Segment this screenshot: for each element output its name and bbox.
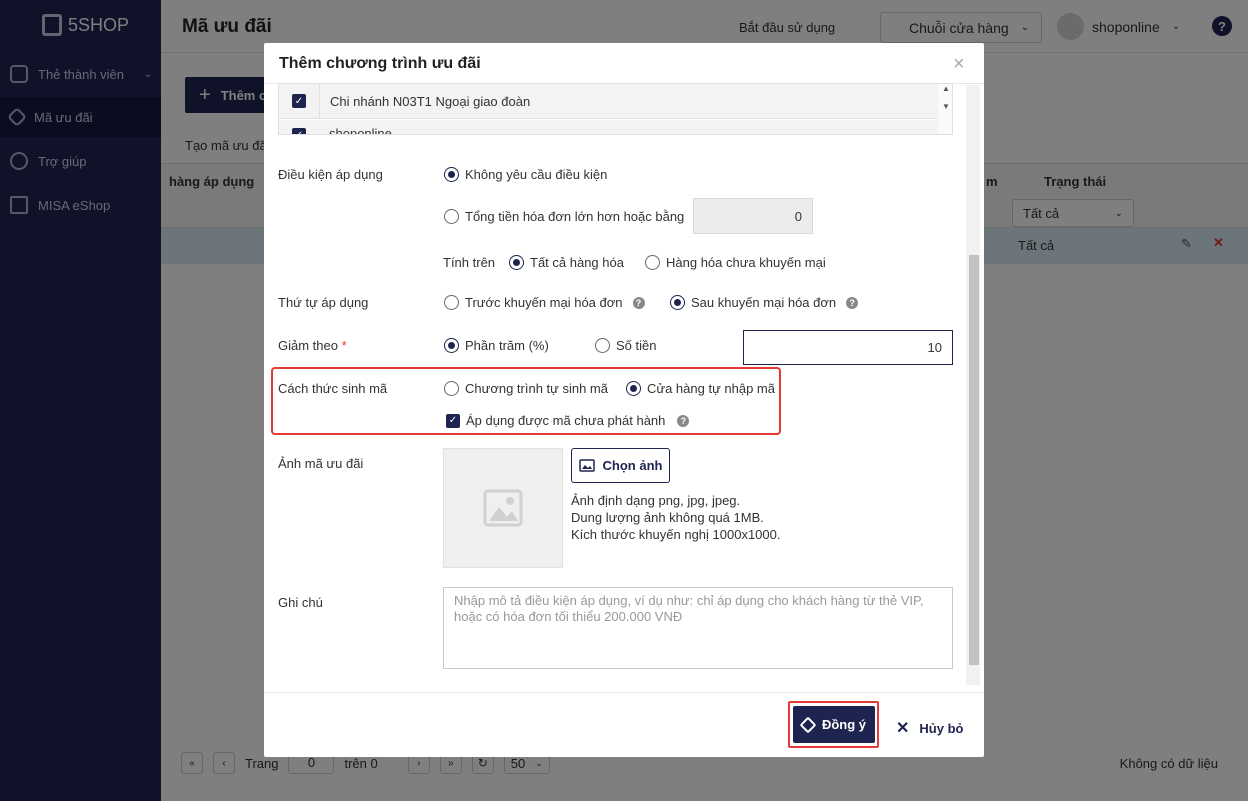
cancel-button[interactable]: ✕ Hủy bỏ	[896, 718, 963, 738]
scrollbar-thumb[interactable]	[969, 255, 979, 665]
discount-value-input[interactable]: 10	[743, 330, 953, 365]
order-after-radio[interactable]: Sau khuyến mại hóa đơn?	[670, 295, 859, 310]
ok-button[interactable]: Đồng ý	[793, 706, 875, 743]
divider	[264, 692, 984, 693]
scrollbar[interactable]	[966, 85, 980, 685]
branch-name: shoponline	[329, 126, 392, 135]
radio-label: Tổng tiền hóa đơn lớn hơn hoặc bằng	[465, 209, 685, 224]
choose-image-button[interactable]: Chọn ảnh	[571, 448, 670, 483]
unissued-checkbox[interactable]: ✓ Áp dụng được mã chưa phát hành?	[446, 413, 690, 428]
image-icon	[483, 489, 523, 527]
discount-label: Giảm theo *	[278, 338, 347, 353]
image-hint: Kích thước khuyến nghị 1000x1000.	[571, 527, 781, 542]
tag-icon	[799, 716, 817, 733]
ok-label: Đồng ý	[821, 717, 867, 732]
dialog-title: Thêm chương trình ưu đãi	[279, 55, 481, 72]
calc-nonpromo-radio[interactable]: Hàng hóa chưa khuyến mại	[645, 255, 826, 270]
radio-label: Cửa hàng tự nhập mã	[647, 381, 775, 396]
note-textarea[interactable]: Nhập mô tả điều kiện áp dụng, ví dụ như:…	[443, 587, 953, 669]
image-hint: Ảnh định dạng png, jpg, jpeg.	[571, 493, 741, 508]
discount-amount-radio[interactable]: Số tiền	[595, 338, 656, 353]
radio-label: Số tiền	[616, 338, 657, 353]
help-icon[interactable]: ?	[677, 414, 690, 427]
checkbox-checked-icon[interactable]: ✓	[292, 128, 306, 134]
radio-label: Không yêu cầu điều kiện	[465, 167, 608, 182]
checkbox-label: Áp dụng được mã chưa phát hành	[466, 413, 666, 428]
calc-label: Tính trên	[443, 255, 496, 270]
calc-all-radio[interactable]: Tất cả hàng hóa	[509, 255, 624, 270]
choose-image-label: Chọn ảnh	[602, 458, 663, 473]
radio-label: Trước khuyến mại hóa đơn	[465, 295, 623, 310]
close-icon: ✕	[896, 720, 910, 737]
condition-total-radio[interactable]: Tổng tiền hóa đơn lớn hơn hoặc bằng	[444, 209, 684, 224]
radio-label: Tất cả hàng hóa	[530, 255, 624, 270]
gen-label: Cách thức sinh mã	[278, 381, 388, 396]
image-label: Ảnh mã ưu đãi	[278, 456, 364, 471]
image-placeholder[interactable]	[443, 448, 563, 568]
cancel-label: Hủy bỏ	[919, 720, 964, 736]
radio-label: Sau khuyến mại hóa đơn	[691, 295, 837, 310]
total-amount-input[interactable]: 0	[693, 198, 813, 234]
radio-label: Phần trăm (%)	[465, 338, 549, 353]
close-icon[interactable]: ×	[953, 53, 965, 76]
discount-label-text: Giảm theo	[278, 338, 338, 353]
gen-auto-radio[interactable]: Chương trình tự sinh mã	[444, 381, 608, 396]
checkbox-checked-icon[interactable]: ✓	[446, 413, 460, 428]
gen-manual-radio[interactable]: Cửa hàng tự nhập mã	[626, 381, 775, 396]
list-item[interactable]: ✓ Chi nhánh N03T1 Ngoại giao đoàn	[279, 84, 952, 119]
checkbox-checked-icon[interactable]: ✓	[292, 94, 306, 108]
image-hint: Dung lượng ảnh không quá 1MB.	[571, 510, 764, 525]
condition-none-radio[interactable]: Không yêu cầu điều kiện	[444, 167, 607, 182]
order-before-radio[interactable]: Trước khuyến mại hóa đơn?	[444, 295, 645, 310]
add-promotion-dialog: Thêm chương trình ưu đãi × ✓ Chi nhánh N…	[264, 43, 984, 757]
picture-icon	[578, 459, 595, 472]
help-icon[interactable]: ?	[632, 296, 645, 309]
radio-label: Chương trình tự sinh mã	[465, 381, 608, 396]
image-hints: Ảnh định dạng png, jpg, jpeg. Dung lượng…	[571, 492, 780, 543]
discount-percent-radio[interactable]: Phần trăm (%)	[444, 338, 549, 353]
order-label: Thứ tự áp dụng	[278, 295, 369, 310]
condition-label: Điều kiện áp dụng	[278, 167, 383, 182]
branch-list: ✓ Chi nhánh N03T1 Ngoại giao đoàn ✓ shop…	[278, 83, 953, 135]
required-mark: *	[341, 338, 347, 353]
radio-label: Hàng hóa chưa khuyến mại	[666, 255, 826, 270]
branch-name: Chi nhánh N03T1 Ngoại giao đoàn	[319, 84, 530, 119]
help-icon[interactable]: ?	[846, 296, 859, 309]
list-scrollbar[interactable]: ▲ ▼	[938, 84, 952, 134]
note-label: Ghi chú	[278, 595, 323, 610]
list-item[interactable]: ✓ shoponline	[279, 120, 952, 135]
